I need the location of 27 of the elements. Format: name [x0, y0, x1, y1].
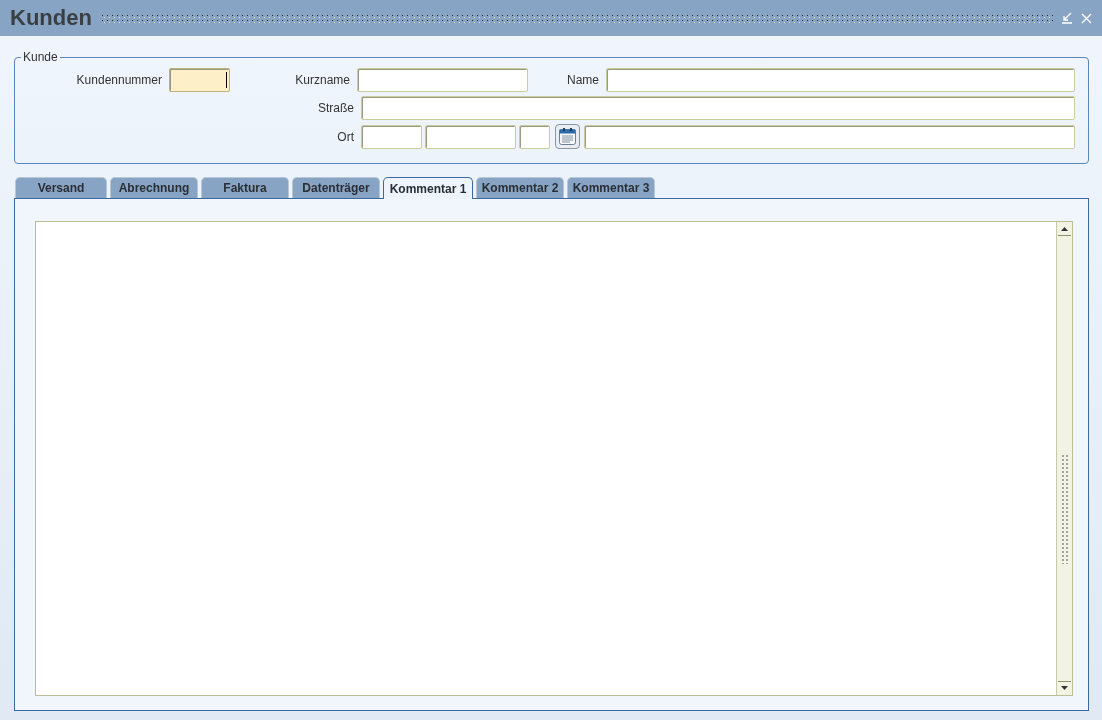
field-label: Ort	[336, 129, 355, 144]
field-label: Name	[566, 73, 600, 87]
tab[interactable]: Kommentar 2	[476, 177, 564, 198]
tab[interactable]: Abrechnung	[110, 177, 198, 198]
customer-number-field[interactable]	[169, 68, 230, 92]
tab[interactable]: Kommentar 1	[383, 177, 473, 199]
city-field[interactable]	[361, 124, 422, 149]
vertical-scrollbar[interactable]	[1056, 222, 1072, 695]
city-field[interactable]	[519, 124, 550, 149]
field-label: Kurzname	[294, 73, 351, 87]
tab[interactable]: Faktura	[201, 177, 289, 198]
calendar-icon	[558, 127, 577, 146]
city-field[interactable]	[425, 124, 516, 149]
name-field[interactable]	[606, 68, 1075, 92]
window-title: Kunden	[10, 5, 92, 31]
city-field[interactable]	[584, 124, 1075, 149]
tab[interactable]: Datenträger	[292, 177, 380, 198]
minimize-icon[interactable]	[1061, 12, 1073, 24]
field-label: Straße	[317, 101, 355, 115]
short-name-field[interactable]	[357, 68, 528, 92]
tab[interactable]: Versand	[15, 177, 107, 198]
field-label: Kundennummer	[75, 73, 163, 87]
calendar-button[interactable]	[555, 124, 580, 149]
close-icon[interactable]	[1081, 12, 1092, 24]
tab[interactable]: Kommentar 3	[567, 177, 655, 198]
group-legend: Kunde	[21, 50, 60, 64]
street-field[interactable]	[361, 96, 1075, 120]
